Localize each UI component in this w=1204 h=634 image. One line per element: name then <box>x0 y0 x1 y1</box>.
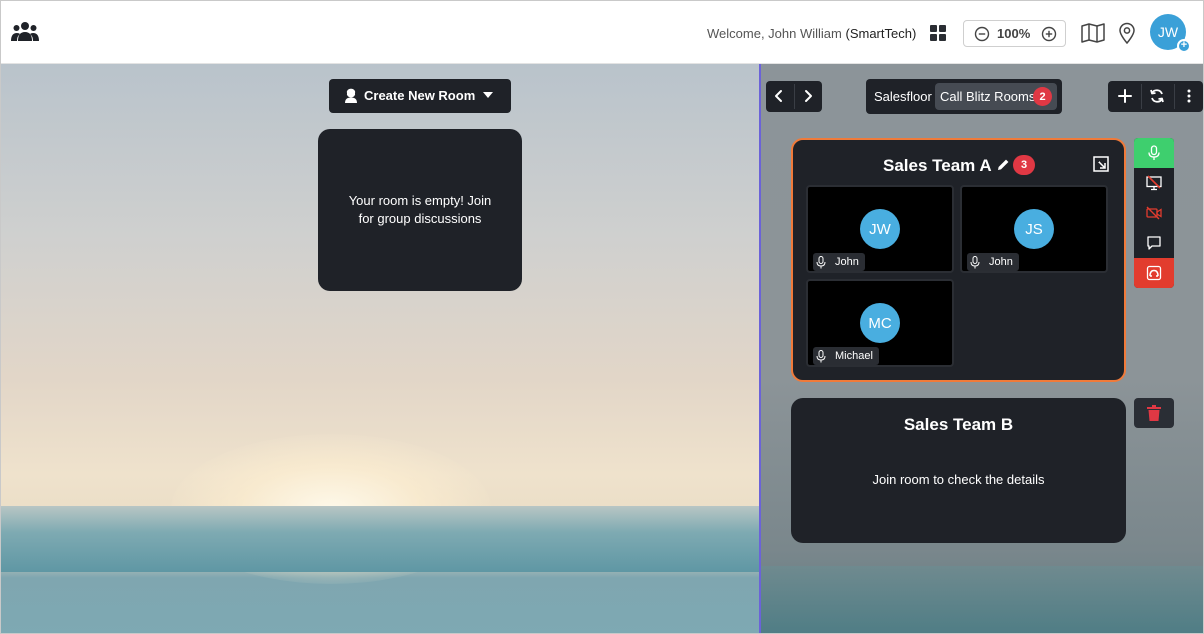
participant-tile[interactable]: JW John <box>806 185 954 273</box>
welcome-user: Welcome, John William <box>707 26 842 41</box>
org-name: (SmartTech) <box>845 26 917 41</box>
plus-icon[interactable] <box>1117 88 1133 104</box>
tools-separator <box>1141 84 1142 109</box>
tab-count-badge: 2 <box>1033 87 1052 106</box>
camera-button[interactable] <box>1134 198 1174 228</box>
zoom-level: 100% <box>997 26 1031 41</box>
empty-room-card: Your room is empty! Join for group discu… <box>318 129 522 291</box>
edit-pencil-icon[interactable] <box>996 158 1010 172</box>
delete-room-button[interactable] <box>1134 398 1174 428</box>
zoom-in-icon[interactable] <box>1041 26 1057 42</box>
app-window: Welcome, John William (SmartTech) 100% J… <box>0 0 1204 634</box>
pager-separator <box>794 84 795 109</box>
top-header: Welcome, John William (SmartTech) 100% J… <box>1 1 1203 64</box>
leave-room-button[interactable] <box>1134 258 1174 288</box>
location-pin-icon[interactable] <box>1118 22 1136 44</box>
group-icon[interactable] <box>11 21 39 43</box>
zoom-control: 100% <box>963 20 1066 47</box>
participant-avatar: JW <box>860 209 900 249</box>
camera-off-icon <box>1146 206 1162 220</box>
microphone-icon <box>816 256 826 269</box>
room-tabs: Salesfloor Call Blitz Rooms 2 <box>866 79 1062 114</box>
chevron-down-icon[interactable] <box>483 92 493 98</box>
map-book-icon[interactable] <box>1081 23 1105 43</box>
tab-salesfloor[interactable]: Salesfloor <box>874 89 932 104</box>
mic-toggle-button[interactable] <box>1134 138 1174 168</box>
microphone-icon <box>816 350 826 363</box>
trash-icon <box>1147 405 1161 421</box>
chevron-left-icon[interactable] <box>772 89 786 103</box>
create-new-room-button[interactable]: Create New Room <box>329 79 511 113</box>
chat-button[interactable] <box>1134 228 1174 258</box>
room-card-sales-team-a[interactable]: Sales Team A 3 JW John JS John MC Michae… <box>791 138 1126 382</box>
leave-room-icon <box>1146 265 1162 281</box>
participant-avatar: JS <box>1014 209 1054 249</box>
chat-icon <box>1147 236 1161 250</box>
room-pager <box>766 81 822 112</box>
room-card-sales-team-b[interactable]: Sales Team B Join room to check the deta… <box>791 398 1126 543</box>
room-agent-icon <box>345 87 357 103</box>
more-vertical-icon[interactable] <box>1181 88 1197 104</box>
chevron-right-icon[interactable] <box>801 89 815 103</box>
refresh-icon[interactable] <box>1149 88 1165 104</box>
participant-avatar: MC <box>860 303 900 343</box>
grid-icon[interactable] <box>930 25 946 41</box>
sea-background-left <box>1 506 760 572</box>
microphone-icon <box>1148 145 1160 160</box>
participant-tile[interactable]: MC Michael <box>806 279 954 367</box>
room-tools <box>1108 81 1203 112</box>
sea-background-right <box>761 566 1203 633</box>
participant-count-badge: 3 <box>1013 155 1035 175</box>
room-title: Sales Team B <box>903 415 1014 434</box>
create-new-room-label: Create New Room <box>364 88 476 103</box>
zoom-out-icon[interactable] <box>974 26 990 42</box>
tab-call-blitz-rooms[interactable]: Call Blitz Rooms 2 <box>935 83 1057 110</box>
add-status-icon[interactable]: + <box>1177 39 1191 53</box>
screen-share-off-icon <box>1146 175 1162 191</box>
expand-icon[interactable] <box>1093 156 1109 172</box>
welcome-text: Welcome, John William (SmartTech) <box>707 26 916 41</box>
microphone-icon <box>970 256 980 269</box>
tools-separator-2 <box>1174 84 1175 109</box>
room-join-message: Join room to check the details <box>872 472 1045 487</box>
screen-share-button[interactable] <box>1134 168 1174 198</box>
room-title: Sales Team A <box>883 156 992 175</box>
tab-call-blitz-label: Call Blitz Rooms <box>940 89 1036 104</box>
participant-tile[interactable]: JS John <box>960 185 1108 273</box>
room-controls <box>1134 138 1174 288</box>
empty-room-text: Your room is empty! Join for group discu… <box>348 193 492 226</box>
